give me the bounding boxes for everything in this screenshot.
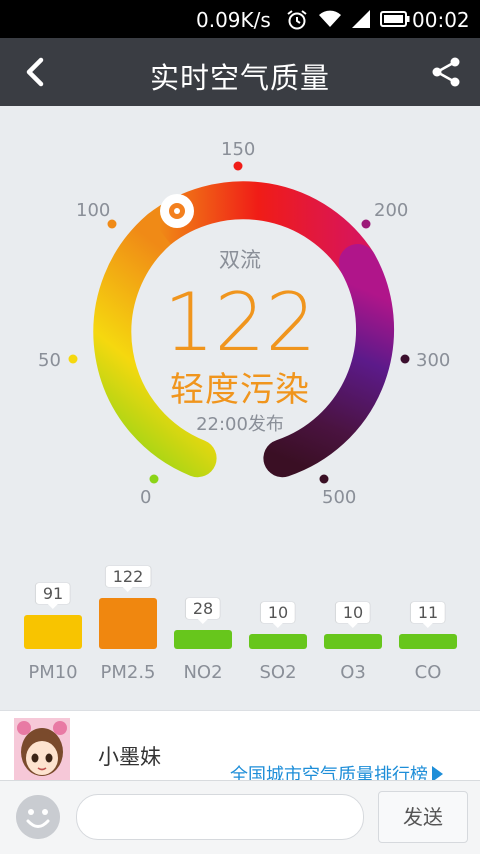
scale-label: 0 <box>140 487 152 508</box>
pollutant-bar <box>399 634 457 649</box>
pollutant-bar <box>174 630 232 649</box>
wifi-icon <box>319 10 341 27</box>
pollutant-value: 28 <box>185 598 221 624</box>
pollutant-bars: 91 PM10 122 PM2.5 28 NO2 10 SO2 10 O3 11… <box>0 560 480 690</box>
alarm-icon <box>287 10 307 30</box>
page-title: 实时空气质量 <box>149 61 330 95</box>
scale-label: 200 <box>374 200 409 221</box>
message-composer: 发送 <box>0 780 480 854</box>
city-name: 双流 <box>219 248 261 272</box>
status-bar: 0.09K/s 00:02 <box>0 0 480 38</box>
pollutant-bar <box>249 634 307 649</box>
avatar[interactable] <box>14 718 70 781</box>
message-input[interactable] <box>76 794 364 840</box>
aqi-value: 122 <box>163 276 317 369</box>
net-speed: 0.09K/s <box>196 8 271 32</box>
pollutant-value: 91 <box>35 583 71 609</box>
username: 小墨妹 <box>98 745 161 769</box>
aqi-gauge: 0 50 100 150 200 300 500 双流 122 轻度污染 22:… <box>0 106 480 546</box>
pollutant-bar <box>99 598 157 649</box>
pollutant-value: 122 <box>105 566 151 592</box>
profile-strip: 小墨妹 全国城市空气质量排行榜 <box>0 710 480 786</box>
publish-time: 22:00发布 <box>196 414 284 435</box>
scale-label: 150 <box>221 139 256 160</box>
pollution-level: 轻度污染 <box>170 370 310 410</box>
pollutant-value: 11 <box>410 602 446 628</box>
battery-icon <box>380 11 410 27</box>
signal-icon <box>352 10 370 28</box>
pollutant-bar <box>24 615 82 649</box>
smiley-icon[interactable] <box>16 795 60 839</box>
title-bar: 实时空气质量 <box>0 38 480 106</box>
pollutant-bar <box>324 634 382 649</box>
share-icon[interactable] <box>428 54 464 90</box>
pollutant-value: 10 <box>335 602 371 628</box>
scale-label: 100 <box>76 200 111 221</box>
gauge-indicator <box>160 194 194 228</box>
send-button[interactable]: 发送 <box>378 791 468 843</box>
pollutant-value: 10 <box>260 602 296 628</box>
pollutant-name: CO <box>414 662 442 683</box>
clock: 00:02 <box>412 8 470 32</box>
scale-label: 500 <box>322 487 357 508</box>
